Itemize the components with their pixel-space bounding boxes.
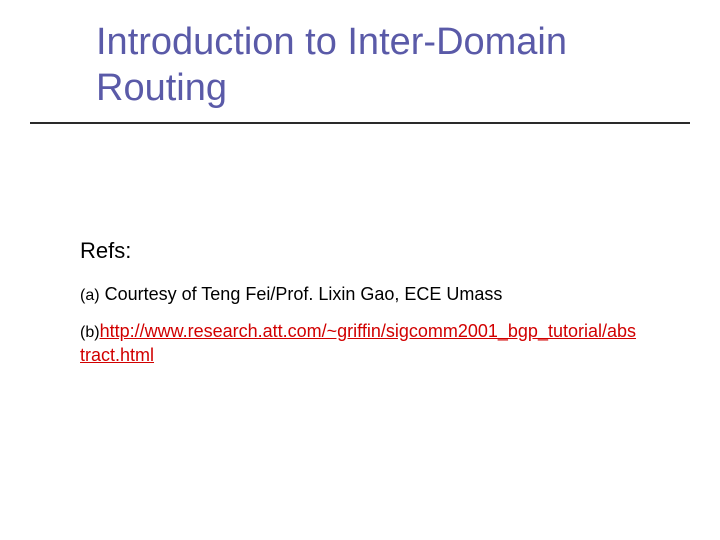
ref-marker: (b): [80, 324, 100, 341]
ref-marker: (a): [80, 287, 100, 304]
ref-link[interactable]: http://www.research.att.com/~griffin/sig…: [80, 321, 636, 366]
refs-label: Refs:: [80, 238, 640, 264]
slide: Introduction to Inter-Domain Routing Ref…: [0, 0, 720, 540]
title-block: Introduction to Inter-Domain Routing: [96, 20, 696, 111]
ref-item-a: (a) Courtesy of Teng Fei/Prof. Lixin Gao…: [80, 282, 640, 307]
horizontal-rule: [30, 122, 690, 124]
body-block: Refs: (a) Courtesy of Teng Fei/Prof. Lix…: [80, 238, 640, 379]
ref-text: Courtesy of Teng Fei/Prof. Lixin Gao, EC…: [105, 284, 503, 304]
slide-title: Introduction to Inter-Domain Routing: [96, 20, 696, 111]
ref-item-b: (b)http://www.research.att.com/~griffin/…: [80, 319, 640, 368]
